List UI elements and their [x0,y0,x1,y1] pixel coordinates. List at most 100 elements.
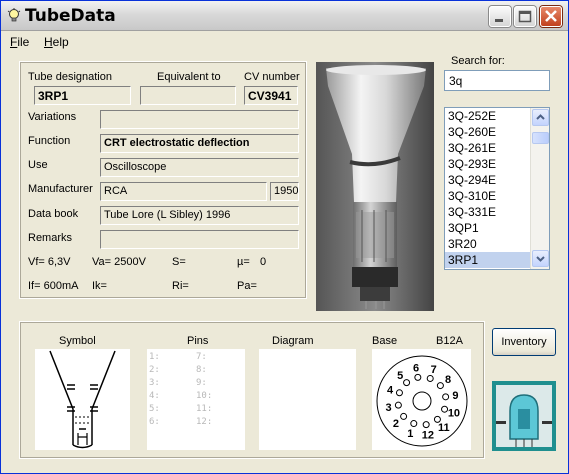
base-pin-number: 8 [445,374,451,386]
base-pin-number: 4 [387,384,394,396]
tube-photo [316,62,434,311]
base-pin-number: 1 [407,428,413,440]
base-pin-hole [442,393,450,401]
base-pin-hole [403,379,411,387]
base-panel: 1 2 3 4 5 6 7 8 9 10 11 12 [372,349,471,450]
menu-file-label: ile [17,35,30,49]
pin-label: 3: [149,378,160,388]
cv-field[interactable]: CV3941 [244,86,298,105]
bulb-icon [7,8,21,22]
pin-label: 10: [196,391,213,401]
pin-label: 2: [149,365,160,375]
search-input[interactable] [444,70,550,91]
menu-help[interactable]: Help [44,35,69,49]
base-label: Base [372,335,398,347]
maximize-button[interactable] [514,6,536,27]
maximize-icon [518,10,532,23]
pin-label: 7: [196,352,207,362]
remarks-label: Remarks [28,232,73,244]
close-icon [545,10,557,22]
base-pin-hole [441,405,449,413]
minimize-icon [495,19,503,22]
variations-field[interactable] [100,110,299,129]
pins-right-column: 7: 8: 9: 10: 11: 12: [196,351,212,429]
pin-label: 6: [149,417,160,427]
crt-symbol [49,350,116,449]
base-pin-number: 6 [413,363,419,375]
pa-value: Pa= [237,280,257,292]
function-label: Function [28,135,71,147]
base-pin-number: 7 [431,364,437,376]
ik-value: Ik= [92,280,107,292]
base-pin-number: 5 [397,370,403,382]
base-diagram: 123456 789101112 [376,355,468,447]
cv-label: CV number [244,71,300,83]
app-window: TubeData File Help Tube designation Equi… [0,0,569,474]
base-type: B12A [436,335,463,347]
manufacturer-label: Manufacturer [28,183,93,195]
minimize-button[interactable] [489,6,511,27]
scroll-down-button[interactable] [532,250,549,267]
symbol-panel [35,349,130,450]
databook-field[interactable]: Tube Lore (L Sibley) 1996 [100,206,299,225]
base-pin-hole [422,421,430,429]
window-title: TubeData [25,6,116,26]
designation-field[interactable]: 3RP1 [34,86,131,105]
pin-label: 8: [196,365,207,375]
variations-label: Variations [28,111,77,123]
search-label: Search for: [451,55,505,67]
manufacturer-field[interactable]: RCA [100,182,267,201]
pin-label: 12: [196,417,213,427]
year-field[interactable]: 1950 [270,182,299,201]
pin-label: 11: [196,404,213,414]
scroll-up-button[interactable] [532,109,549,126]
pin-label: 9: [196,378,207,388]
scroll-down-icon [536,256,545,262]
databook-label: Data book [28,208,79,220]
menu-file[interactable]: File [10,35,29,49]
equivalent-field[interactable] [140,86,236,105]
s-value: S= [172,256,186,268]
remarks-field[interactable] [100,230,299,249]
base-pin-hole [414,373,422,381]
base-pin-number: 3 [385,402,391,414]
base-pin-hole [410,420,418,428]
base-pin-hole [400,412,408,420]
results-list[interactable]: 3Q-252E 3Q-260E 3Q-261E 3Q-293E 3Q-294E 3Q-31… [444,107,550,270]
mu-label: µ= [237,256,250,268]
va-value: Va= 2500V [92,256,146,268]
pins-panel: 1: 2: 3: 4: 5: 6: 7: 8: 9: 10: 11: 12: [147,349,245,450]
pin-label: 1: [149,352,160,362]
if-value: If= 600mA [28,280,79,292]
diagram-label: Diagram [272,335,314,347]
vf-value: Vf= 6,3V [28,256,71,268]
base-pin-hole [394,401,402,409]
function-field[interactable]: CRT electrostatic deflection [100,134,299,153]
pin-label: 4: [149,391,160,401]
scroll-thumb[interactable] [532,132,549,144]
base-pin-number: 9 [452,390,458,402]
pins-left-column: 1: 2: 3: 4: 5: 6: [149,351,160,429]
pins-label: Pins [187,335,209,347]
use-label: Use [28,159,48,171]
scroll-up-icon [536,114,545,120]
menu-bar: File Help [1,32,568,52]
inventory-icon[interactable] [492,381,556,451]
base-pin-number: 12 [422,429,434,441]
mu-value: 0 [260,256,267,268]
close-button[interactable] [540,6,562,27]
menu-help-label: elp [52,35,69,49]
ri-value: Ri= [172,280,189,292]
symbol-label: Symbol [59,335,96,347]
pin-label: 5: [149,404,160,414]
results-scrollbar[interactable] [530,108,549,269]
base-pin-hole [426,374,434,382]
designation-label: Tube designation [28,71,112,83]
equivalent-label: Equivalent to [157,71,221,83]
base-pin-hole [395,389,403,397]
base-pin-number: 2 [393,418,399,430]
title-bar[interactable]: TubeData [1,1,568,31]
diagram-panel [259,349,356,450]
use-field[interactable]: Oscilloscope [100,158,299,177]
inventory-button[interactable]: Inventory [492,328,556,356]
